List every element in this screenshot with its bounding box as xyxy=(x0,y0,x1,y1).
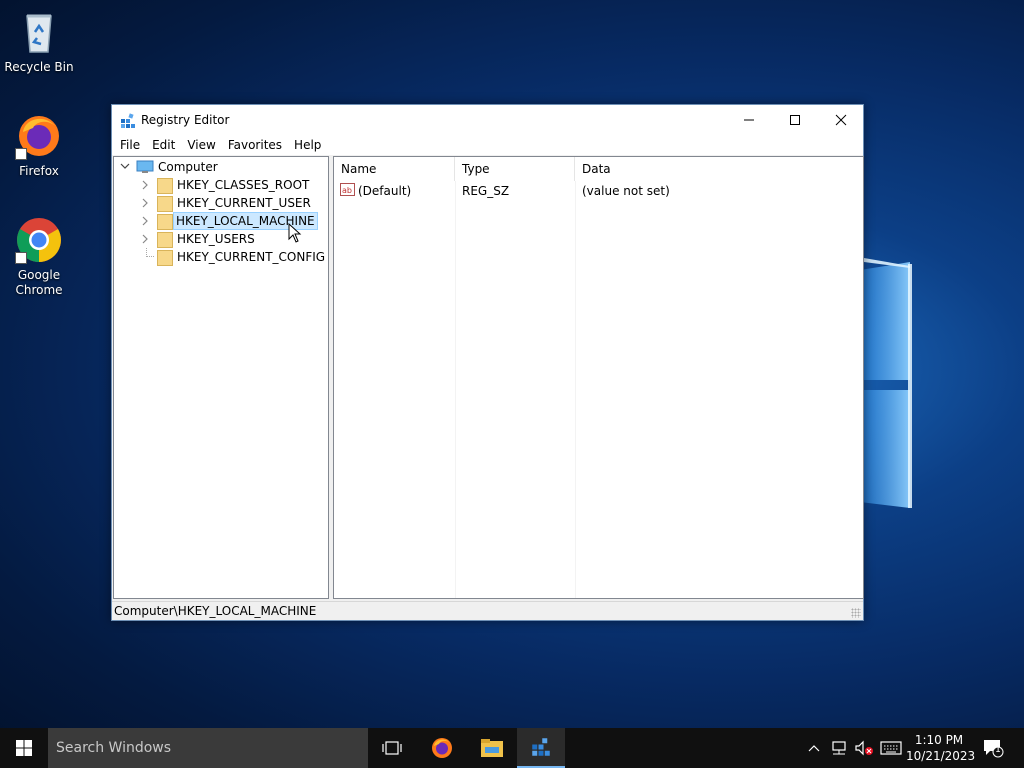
volume-muted-icon xyxy=(855,740,873,756)
close-icon xyxy=(835,114,847,126)
status-bar: Computer\HKEY_LOCAL_MACHINE xyxy=(112,601,863,620)
menu-view[interactable]: View xyxy=(181,135,221,155)
maximize-button[interactable] xyxy=(772,105,818,135)
values-list[interactable]: Name Type Data ab (Default) REG_SZ (valu… xyxy=(333,156,864,599)
folder-icon xyxy=(157,196,173,212)
notification-count-badge: 1 xyxy=(995,745,1001,755)
column-divider xyxy=(455,181,456,598)
taskbar: Search Windows 1:10 PM 10/21/2023 1 xyxy=(0,728,1024,768)
tree-label: HKEY_CLASSES_ROOT xyxy=(177,178,310,192)
chevron-down-icon[interactable] xyxy=(120,158,130,176)
folder-icon xyxy=(157,214,173,230)
desktop-icon-label: Recycle Bin xyxy=(4,60,74,74)
windows-start-icon xyxy=(16,740,32,756)
registry-editor-icon xyxy=(120,113,136,132)
firefox-icon xyxy=(432,738,452,758)
search-input[interactable]: Search Windows xyxy=(48,728,368,768)
registry-editor-window: Registry Editor File Edit View Favorites… xyxy=(111,104,864,621)
start-button[interactable] xyxy=(0,728,48,768)
tree-node-hkey-current-user[interactable]: HKEY_CURRENT_USER xyxy=(114,194,328,212)
title-bar[interactable]: Registry Editor xyxy=(112,105,863,135)
desktop-icon-label: Google Chrome xyxy=(15,268,63,297)
string-value-icon: ab xyxy=(340,182,356,201)
folder-icon xyxy=(157,232,173,248)
task-view-button[interactable] xyxy=(368,728,416,768)
tree-label: HKEY_CURRENT_CONFIG xyxy=(177,250,326,264)
column-divider xyxy=(575,181,576,598)
tree-connector xyxy=(146,248,154,257)
touch-keyboard-button[interactable] xyxy=(878,728,904,768)
tree-node-hkey-current-config[interactable]: HKEY_CURRENT_CONFIG xyxy=(114,248,328,266)
keyboard-icon xyxy=(880,741,902,755)
chevron-right-icon[interactable] xyxy=(140,212,150,230)
column-header-name[interactable]: Name xyxy=(334,157,455,181)
desktop-icon-label: Firefox xyxy=(19,164,59,178)
tree-node-hkey-classes-root[interactable]: HKEY_CLASSES_ROOT xyxy=(114,176,328,194)
tree-node-computer[interactable]: Computer xyxy=(114,158,328,176)
menu-edit[interactable]: Edit xyxy=(146,135,181,155)
action-center-button[interactable]: 1 xyxy=(978,728,1008,768)
minimize-icon xyxy=(744,119,754,121)
registry-editor-icon xyxy=(532,738,550,756)
task-view-icon xyxy=(382,741,402,755)
value-data: (value not set) xyxy=(582,184,670,198)
minimize-button[interactable] xyxy=(726,105,772,135)
shortcut-arrow-icon xyxy=(15,252,27,264)
resize-grip[interactable] xyxy=(851,608,861,618)
svg-text:ab: ab xyxy=(342,186,352,195)
desktop-icon-chrome[interactable]: Google Chrome xyxy=(1,216,77,298)
tree-label: HKEY_CURRENT_USER xyxy=(177,196,311,210)
taskbar-registry-editor-button[interactable] xyxy=(517,728,565,768)
show-hidden-icons-button[interactable] xyxy=(804,728,824,768)
menu-help[interactable]: Help xyxy=(288,135,327,155)
volume-button[interactable] xyxy=(852,728,876,768)
window-title: Registry Editor xyxy=(141,113,230,127)
taskbar-firefox-button[interactable] xyxy=(418,728,466,768)
file-explorer-icon xyxy=(481,739,503,757)
menu-file[interactable]: File xyxy=(114,135,146,155)
clock-date: 10/21/2023 xyxy=(906,749,976,763)
registry-tree[interactable]: Computer HKEY_CLASSES_ROOT HKEY_CURRENT_… xyxy=(113,156,329,599)
system-clock[interactable]: 1:10 PM 10/21/2023 xyxy=(906,732,976,764)
recycle-bin-icon xyxy=(15,8,63,56)
folder-icon xyxy=(157,250,173,266)
column-header-data[interactable]: Data xyxy=(575,157,863,181)
network-button[interactable] xyxy=(827,728,851,768)
firefox-icon xyxy=(15,112,63,160)
network-icon xyxy=(832,741,846,755)
tree-label: HKEY_USERS xyxy=(177,232,255,246)
mouse-cursor-icon xyxy=(288,223,302,243)
clock-time: 1:10 PM xyxy=(914,733,964,747)
chevron-right-icon[interactable] xyxy=(140,176,150,194)
chevron-up-icon xyxy=(808,745,820,752)
status-path: Computer\HKEY_LOCAL_MACHINE xyxy=(114,604,317,618)
menu-bar: File Edit View Favorites Help xyxy=(112,135,863,155)
desktop-icon-firefox[interactable]: Firefox xyxy=(1,112,77,179)
tree-label: Computer xyxy=(158,160,218,174)
chrome-icon xyxy=(15,216,63,264)
column-header-type[interactable]: Type xyxy=(455,157,575,181)
desktop-icon-recycle-bin[interactable]: Recycle Bin xyxy=(1,8,77,75)
chevron-right-icon[interactable] xyxy=(140,230,150,248)
menu-favorites[interactable]: Favorites xyxy=(222,135,288,155)
value-name: (Default) xyxy=(358,184,412,198)
maximize-icon xyxy=(790,115,800,125)
shortcut-arrow-icon xyxy=(15,148,27,160)
taskbar-file-explorer-button[interactable] xyxy=(468,728,516,768)
value-type: REG_SZ xyxy=(462,184,510,198)
close-button[interactable] xyxy=(818,105,864,135)
chevron-right-icon[interactable] xyxy=(140,194,150,212)
folder-icon xyxy=(157,178,173,194)
